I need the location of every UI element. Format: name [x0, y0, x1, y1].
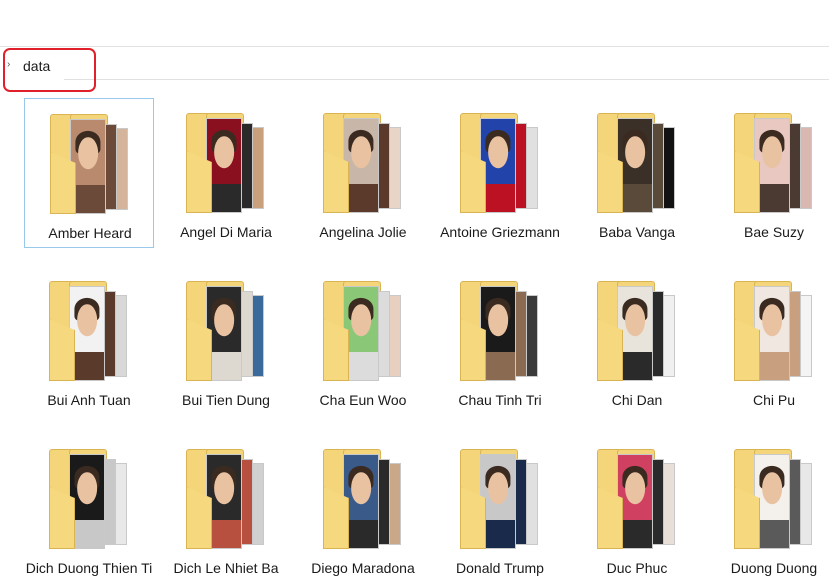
folder-item[interactable]: Dich Duong Thien Ti — [24, 434, 154, 584]
folder-label: Dich Le Nhiet Ba — [173, 560, 279, 576]
folder-icon — [734, 449, 812, 551]
folder-item[interactable]: Amber Heard — [24, 98, 154, 248]
folder-item[interactable]: Chi Pu — [709, 266, 829, 416]
folder-label: Baba Vanga — [598, 224, 676, 240]
folder-item[interactable]: Duc Phuc — [572, 434, 702, 584]
folder-label: Donald Trump — [456, 560, 544, 576]
folder-icon — [460, 449, 538, 551]
folder-icon — [49, 281, 127, 383]
folder-icon — [186, 449, 264, 551]
folder-icon — [186, 281, 264, 383]
folder-item[interactable]: Bui Tien Dung — [161, 266, 291, 416]
folder-label: Duc Phuc — [606, 560, 668, 576]
folder-label: Chau Tinh Tri — [458, 392, 542, 408]
folder-item[interactable]: Chi Dan — [572, 266, 702, 416]
folder-icon — [460, 281, 538, 383]
folder-item[interactable]: Baba Vanga — [572, 98, 702, 248]
folder-label: Amber Heard — [48, 225, 132, 241]
folder-icon — [50, 114, 128, 216]
folder-icon — [323, 449, 401, 551]
folder-icon — [323, 281, 401, 383]
folder-icon — [734, 113, 812, 215]
folder-item[interactable]: Chau Tinh Tri — [435, 266, 565, 416]
folder-item[interactable]: Diego Maradona — [298, 434, 428, 584]
folder-icon — [597, 449, 675, 551]
folder-label: Bui Tien Dung — [182, 392, 270, 408]
folder-icon — [597, 281, 675, 383]
folder-icon — [186, 113, 264, 215]
folder-item[interactable]: Donald Trump — [435, 434, 565, 584]
folder-label: Duong Duong — [730, 560, 818, 576]
folder-item[interactable]: Dich Le Nhiet Ba — [161, 434, 291, 584]
folder-label: Antoine Griezmann — [440, 224, 560, 240]
folder-icon — [597, 113, 675, 215]
folder-icon — [323, 113, 401, 215]
folder-icon — [460, 113, 538, 215]
folder-item[interactable]: Bui Anh Tuan — [24, 266, 154, 416]
folder-item[interactable]: Cha Eun Woo — [298, 266, 428, 416]
folder-label: Chi Pu — [752, 392, 796, 408]
folder-item[interactable]: Bae Suzy — [709, 98, 829, 248]
folder-item[interactable]: Angel Di Maria — [161, 98, 291, 248]
folder-item[interactable]: Duong Duong — [709, 434, 829, 584]
folder-label: Chi Dan — [611, 392, 663, 408]
folder-label: Angel Di Maria — [180, 224, 272, 240]
folder-label: Angelina Jolie — [319, 224, 407, 240]
folder-item[interactable]: Angelina Jolie — [298, 98, 428, 248]
folder-label: Diego Maradona — [311, 560, 415, 576]
folder-label: Bae Suzy — [744, 224, 804, 240]
folder-item[interactable]: Antoine Griezmann — [435, 98, 565, 248]
folder-label: Cha Eun Woo — [319, 392, 407, 408]
folder-icon — [734, 281, 812, 383]
group-header-data[interactable]: › data — [0, 54, 829, 80]
divider — [0, 46, 829, 47]
folder-label: Dich Duong Thien Ti — [25, 560, 153, 576]
folder-icon — [49, 449, 127, 551]
folder-label: Bui Anh Tuan — [47, 392, 131, 408]
group-divider — [64, 79, 829, 80]
annotation-highlight-box — [3, 48, 96, 92]
toolbar-area — [0, 0, 829, 46]
